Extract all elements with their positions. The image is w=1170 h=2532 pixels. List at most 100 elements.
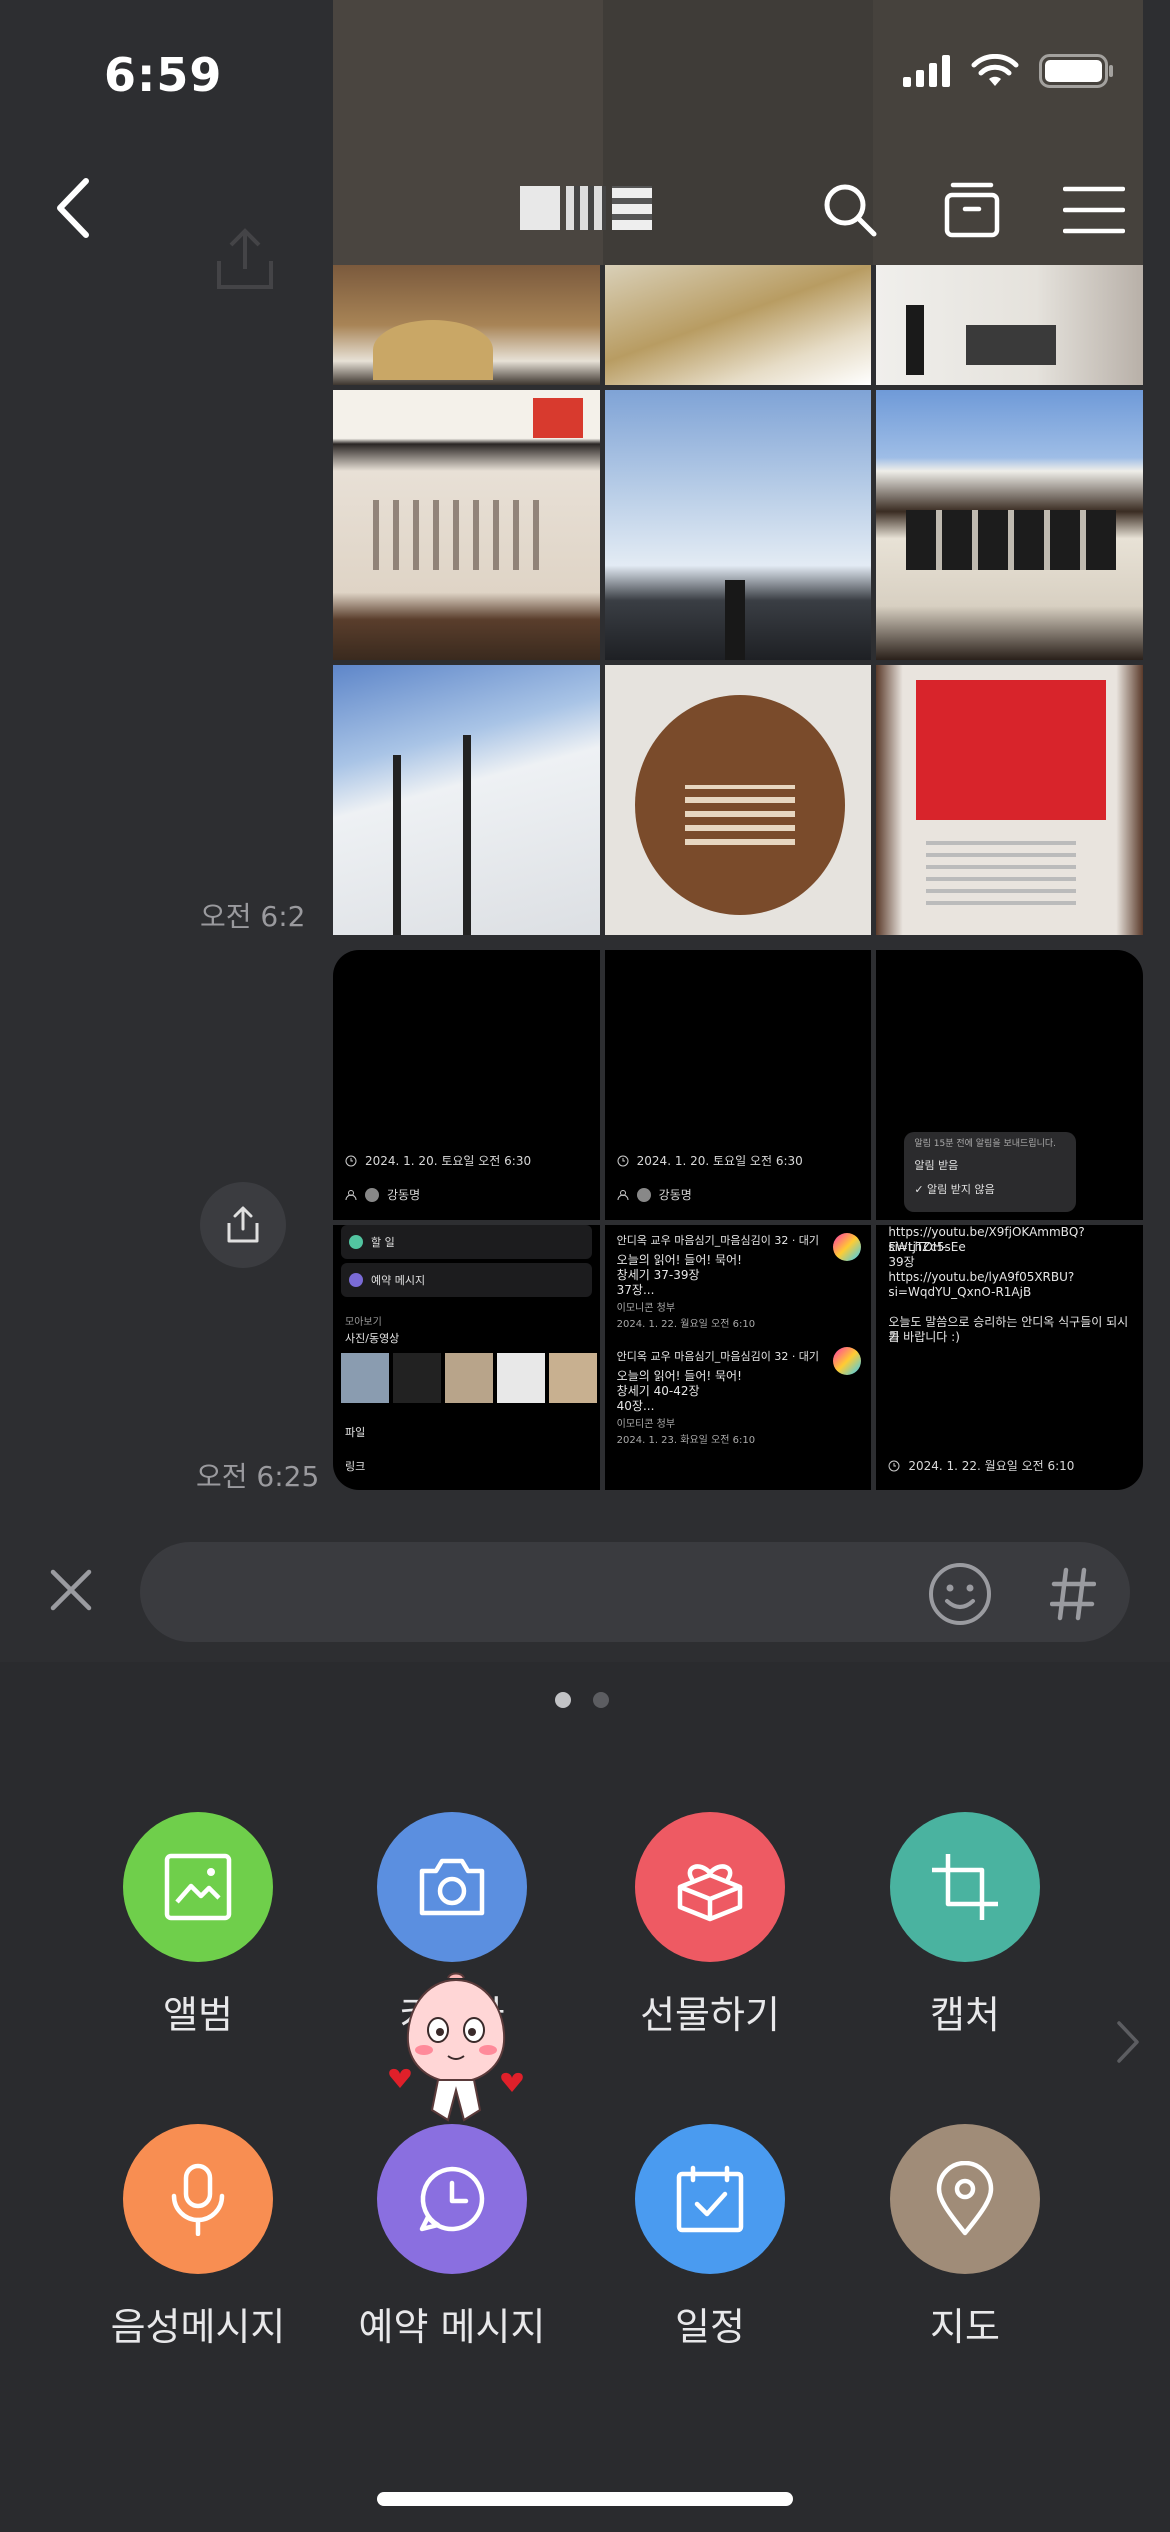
avatar [636,1187,651,1202]
list-item: 링크 [345,1460,366,1473]
album-label: 앨범 [163,1993,233,2037]
hashtag-button[interactable] [1040,1556,1106,1632]
message-timestamp: 오전 6:2 [200,900,306,933]
drawer-box-icon [944,182,1000,238]
share-button[interactable] [200,1182,286,1268]
status-bar: 6:59 [0,0,1170,150]
shot-user-row: 강동명 [345,1186,420,1203]
voice-message-label: 음성메시지 [110,2305,286,2349]
post-body: 오늘의 읽어! 들어! 묵어! [616,1253,742,1267]
mini-row-label: 예약 메시지 [371,1274,426,1287]
home-indicator[interactable] [377,2492,793,2506]
close-attachments-button[interactable] [38,1557,104,1623]
gift-menu-item[interactable]: 선물하기 [600,1812,820,2039]
shot-user-row: 강동명 [617,1186,692,1203]
page-indicator [555,1692,609,1708]
screenshot-thumbnail[interactable]: 할 일 예약 메시지 모아보기 사진/동영상 파일 링크 [333,1225,600,1490]
hamburger-menu-icon [1063,186,1125,234]
page-dot[interactable] [593,1692,609,1708]
battery-icon [1039,54,1113,88]
menu-button[interactable] [1058,174,1130,246]
gift-label: 선물하기 [640,1993,780,2037]
emoticon-button[interactable] [922,1556,998,1632]
capture-menu-item[interactable]: 캡처 [855,1812,1075,2039]
share-icon [227,1206,259,1243]
album-button[interactable] [123,1812,273,1962]
avatar [365,1187,379,1202]
scheduled-message-label: 예약 메시지 [358,2305,546,2349]
schedule-button[interactable] [635,2124,785,2274]
mini-row: 예약 메시지 [341,1263,592,1297]
post-sender: 이모티콘 청부 [616,1419,676,1430]
screenshot-thumbnail[interactable]: 2024. 1. 20. 토요일 오전 6:30 강동명 [604,950,872,1220]
photo-thumbnail[interactable] [876,665,1143,935]
popup-option: 알림 받음 [914,1159,959,1172]
photo-thumbnail[interactable] [604,265,872,385]
back-button[interactable] [40,170,104,246]
message-text: 39장 [888,1255,915,1269]
screenshot-thumbnail[interactable]: 안디옥 교우 마음심기_마음심김이 32 · 대기 오늘의 읽어! 들어! 묵어… [604,1225,872,1490]
shot-date: 2024. 1. 20. 토요일 오전 6:30 [636,1154,803,1168]
person-icon [617,1189,629,1200]
shot-user: 강동명 [658,1188,692,1202]
wifi-icon [971,54,1019,86]
voice-message-menu-item[interactable]: 음성메시지 [88,2124,308,2351]
post-date: 2024. 1. 22. 월요일 오전 6:10 [616,1319,756,1330]
map-button[interactable] [890,2124,1040,2274]
clock-icon [617,1155,629,1166]
photo-thumbnail[interactable] [333,390,600,660]
section-label: 모아보기 [345,1317,382,1328]
shot-date-row: 2024. 1. 20. 토요일 오전 6:30 [617,1152,803,1169]
camera-button[interactable] [377,1812,527,1962]
next-page-button[interactable] [1108,2012,1148,2072]
shot-date: 2024. 1. 22. 월요일 오전 6:10 [908,1459,1075,1473]
map-menu-item[interactable]: 지도 [855,2124,1075,2351]
photo-thumbnail[interactable] [604,665,872,935]
mini-row: 할 일 [341,1225,592,1259]
photo-grid-message[interactable] [333,265,1143,935]
chat-room-title-pixelated [520,178,660,238]
capture-button[interactable] [890,1812,1040,1962]
title-block [612,186,652,230]
screenshot-thumbnail[interactable]: 알림 15분 전에 알림을 보내드립니다. 알림 받음 ✓ 알림 받지 않음 [876,950,1143,1220]
scheduled-message-menu-item[interactable]: 예약 메시지 [342,2124,562,2351]
post-title: 안디옥 교우 마음심기_마음심김이 32 · 대기 [616,1234,820,1247]
link-text: https://youtu.be/lyA9f05XRBU? [888,1270,1075,1284]
shot-user: 강동명 [387,1188,421,1202]
album-icon [164,1853,232,1921]
status-icons [903,54,1115,88]
map-pin-icon [936,2161,994,2236]
status-time: 6:59 [104,48,223,102]
post-body: 창세기 40-42장 [616,1384,700,1398]
screenshot-thumbnail[interactable]: 2024. 1. 20. 토요일 오전 6:30 강동명 [333,950,600,1220]
schedule-menu-item[interactable]: 일정 [600,2124,820,2351]
clock-message-icon [419,2166,485,2232]
shot-date-row: 2024. 1. 20. 토요일 오전 6:30 [345,1152,531,1169]
photo-thumbnail[interactable] [604,390,872,660]
chat-drawer-button[interactable] [936,174,1008,246]
faded-share-icon [217,228,273,289]
search-button[interactable] [814,174,886,246]
post-date: 2024. 1. 23. 화요일 오전 6:10 [616,1435,756,1446]
link-text: EWLhZc5sEe [888,1240,966,1254]
photo-thumbnail[interactable] [333,265,600,385]
photo-thumbnail[interactable] [876,390,1143,660]
nav-actions [814,174,1130,246]
chat-area[interactable]: 6:59 오전 6:2 2024. 1. 20. 토요일 오전 6:30 강동명… [0,0,1170,1522]
photo-thumbnail[interactable] [333,665,600,935]
post-body: 오늘의 읽어! 들어! 묵어! [616,1369,742,1383]
page-dot-active[interactable] [555,1692,571,1708]
gift-button[interactable] [635,1812,785,1962]
mini-row-label: 할 일 [371,1236,395,1249]
screenshot-grid-message[interactable]: 2024. 1. 20. 토요일 오전 6:30 강동명 2024. 1. 20… [333,950,1143,1490]
popup-title: 알림 15분 전에 알림을 보내드립니다. [914,1139,1057,1149]
post-title: 안디옥 교우 마음심기_마음심김이 32 · 대기 [616,1350,820,1363]
microphone-icon [171,2163,225,2236]
photo-thumbnail[interactable] [876,265,1143,385]
scheduled-message-button[interactable] [377,2124,527,2274]
message-timestamp: 오전 6:25 [196,1460,320,1493]
album-menu-item[interactable]: 앨범 [88,1812,308,2039]
screenshot-thumbnail[interactable]: https://youtu.be/X9fjOKAmmBQ?si=tjTOH- E… [876,1225,1143,1490]
voice-message-button[interactable] [123,2124,273,2274]
link-text: si=WqdYU_QxnO-R1AjB [888,1285,1032,1299]
